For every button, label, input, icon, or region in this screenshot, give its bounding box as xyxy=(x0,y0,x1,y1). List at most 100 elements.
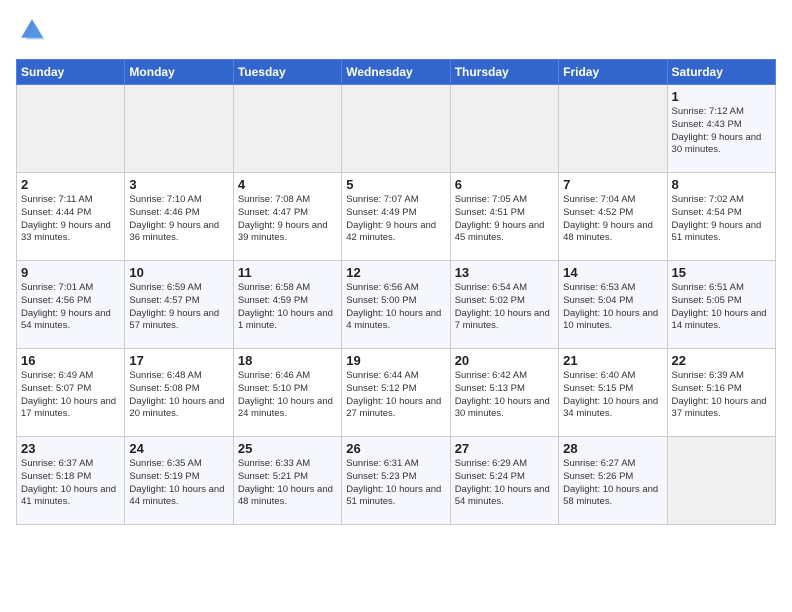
calendar-cell: 7Sunrise: 7:04 AM Sunset: 4:52 PM Daylig… xyxy=(559,173,667,261)
calendar-cell: 28Sunrise: 6:27 AM Sunset: 5:26 PM Dayli… xyxy=(559,437,667,525)
day-number: 24 xyxy=(129,441,228,456)
day-info: Sunrise: 7:08 AM Sunset: 4:47 PM Dayligh… xyxy=(238,194,337,245)
calendar-cell xyxy=(17,85,125,173)
day-info: Sunrise: 7:11 AM Sunset: 4:44 PM Dayligh… xyxy=(21,194,120,245)
day-info: Sunrise: 7:05 AM Sunset: 4:51 PM Dayligh… xyxy=(455,194,554,245)
day-number: 3 xyxy=(129,177,228,192)
day-number: 10 xyxy=(129,265,228,280)
calendar-cell: 24 Sunrise: 6:35 AM Sunset: 5:19 PM Dayli… xyxy=(125,437,233,525)
day-number: 19 xyxy=(346,353,445,368)
calendar-cell: 20 Sunrise: 6:42 AM Sunset: 5:13 PM Dayli… xyxy=(450,349,558,437)
day-info: Sunrise: 7:10 AM Sunset: 4:46 PM Dayligh… xyxy=(129,194,228,245)
calendar-cell: 15Sunrise: 6:51 AM Sunset: 5:05 PM Dayli… xyxy=(667,261,775,349)
week-row-1: 1 Sunrise: 7:12 AM Sunset: 4:43 PM Daylig… xyxy=(17,85,776,173)
calendar-cell: 13 Sunrise: 6:54 AM Sunset: 5:02 PM Dayli… xyxy=(450,261,558,349)
day-info: Sunrise: 6:40 AM Sunset: 5:15 PM Dayligh… xyxy=(563,370,662,421)
day-info: Sunrise: 7:04 AM Sunset: 4:52 PM Dayligh… xyxy=(563,194,662,245)
day-number: 18 xyxy=(238,353,337,368)
day-number: 1 xyxy=(672,89,771,104)
weekday-row: SundayMondayTuesdayWednesdayThursdayFrid… xyxy=(17,60,776,85)
day-number: 9 xyxy=(21,265,120,280)
calendar-cell: 27 Sunrise: 6:29 AM Sunset: 5:24 PM Dayli… xyxy=(450,437,558,525)
calendar-cell xyxy=(667,437,775,525)
calendar-cell: 14 Sunrise: 6:53 AM Sunset: 5:04 PM Dayli… xyxy=(559,261,667,349)
calendar-body: 1 Sunrise: 7:12 AM Sunset: 4:43 PM Daylig… xyxy=(17,85,776,525)
calendar: SundayMondayTuesdayWednesdayThursdayFrid… xyxy=(16,59,776,525)
calendar-cell: 9 Sunrise: 7:01 AM Sunset: 4:56 PM Daylig… xyxy=(17,261,125,349)
day-info: Sunrise: 6:39 AM Sunset: 5:16 PM Dayligh… xyxy=(672,370,771,421)
calendar-header: SundayMondayTuesdayWednesdayThursdayFrid… xyxy=(17,60,776,85)
calendar-cell: 11 Sunrise: 6:58 AM Sunset: 4:59 PM Dayli… xyxy=(233,261,341,349)
weekday-wednesday: Wednesday xyxy=(342,60,450,85)
day-number: 15 xyxy=(672,265,771,280)
week-row-3: 9 Sunrise: 7:01 AM Sunset: 4:56 PM Daylig… xyxy=(17,261,776,349)
calendar-cell xyxy=(342,85,450,173)
weekday-monday: Monday xyxy=(125,60,233,85)
day-number: 25 xyxy=(238,441,337,456)
calendar-cell: 1 Sunrise: 7:12 AM Sunset: 4:43 PM Daylig… xyxy=(667,85,775,173)
day-number: 11 xyxy=(238,265,337,280)
day-number: 5 xyxy=(346,177,445,192)
day-info: Sunrise: 6:33 AM Sunset: 5:21 PM Dayligh… xyxy=(238,458,337,509)
day-info: Sunrise: 6:42 AM Sunset: 5:13 PM Dayligh… xyxy=(455,370,554,421)
day-info: Sunrise: 7:07 AM Sunset: 4:49 PM Dayligh… xyxy=(346,194,445,245)
calendar-cell: 3 Sunrise: 7:10 AM Sunset: 4:46 PM Daylig… xyxy=(125,173,233,261)
day-info: Sunrise: 6:53 AM Sunset: 5:04 PM Dayligh… xyxy=(563,282,662,333)
calendar-cell: 8 Sunrise: 7:02 AM Sunset: 4:54 PM Daylig… xyxy=(667,173,775,261)
calendar-cell: 19 Sunrise: 6:44 AM Sunset: 5:12 PM Dayli… xyxy=(342,349,450,437)
day-info: Sunrise: 6:48 AM Sunset: 5:08 PM Dayligh… xyxy=(129,370,228,421)
calendar-cell xyxy=(125,85,233,173)
calendar-cell: 16Sunrise: 6:49 AM Sunset: 5:07 PM Dayli… xyxy=(17,349,125,437)
weekday-tuesday: Tuesday xyxy=(233,60,341,85)
day-info: Sunrise: 6:37 AM Sunset: 5:18 PM Dayligh… xyxy=(21,458,120,509)
day-number: 12 xyxy=(346,265,445,280)
calendar-cell: 5 Sunrise: 7:07 AM Sunset: 4:49 PM Daylig… xyxy=(342,173,450,261)
calendar-cell xyxy=(450,85,558,173)
calendar-cell: 22 Sunrise: 6:39 AM Sunset: 5:16 PM Dayli… xyxy=(667,349,775,437)
day-number: 22 xyxy=(672,353,771,368)
day-number: 14 xyxy=(563,265,662,280)
day-number: 16 xyxy=(21,353,120,368)
day-number: 6 xyxy=(455,177,554,192)
day-info: Sunrise: 6:59 AM Sunset: 4:57 PM Dayligh… xyxy=(129,282,228,333)
day-info: Sunrise: 6:44 AM Sunset: 5:12 PM Dayligh… xyxy=(346,370,445,421)
day-number: 26 xyxy=(346,441,445,456)
day-info: Sunrise: 7:12 AM Sunset: 4:43 PM Dayligh… xyxy=(672,106,771,157)
calendar-cell: 17 Sunrise: 6:48 AM Sunset: 5:08 PM Dayli… xyxy=(125,349,233,437)
day-info: Sunrise: 6:29 AM Sunset: 5:24 PM Dayligh… xyxy=(455,458,554,509)
day-number: 20 xyxy=(455,353,554,368)
calendar-cell: 2 Sunrise: 7:11 AM Sunset: 4:44 PM Daylig… xyxy=(17,173,125,261)
calendar-cell: 12 Sunrise: 6:56 AM Sunset: 5:00 PM Dayli… xyxy=(342,261,450,349)
day-info: Sunrise: 6:56 AM Sunset: 5:00 PM Dayligh… xyxy=(346,282,445,333)
day-number: 13 xyxy=(455,265,554,280)
calendar-cell: 4 Sunrise: 7:08 AM Sunset: 4:47 PM Daylig… xyxy=(233,173,341,261)
calendar-cell: 10 Sunrise: 6:59 AM Sunset: 4:57 PM Dayli… xyxy=(125,261,233,349)
day-info: Sunrise: 7:01 AM Sunset: 4:56 PM Dayligh… xyxy=(21,282,120,333)
week-row-4: 16Sunrise: 6:49 AM Sunset: 5:07 PM Dayli… xyxy=(17,349,776,437)
day-number: 2 xyxy=(21,177,120,192)
day-info: Sunrise: 7:02 AM Sunset: 4:54 PM Dayligh… xyxy=(672,194,771,245)
day-number: 4 xyxy=(238,177,337,192)
weekday-sunday: Sunday xyxy=(17,60,125,85)
day-number: 28 xyxy=(563,441,662,456)
day-number: 21 xyxy=(563,353,662,368)
weekday-saturday: Saturday xyxy=(667,60,775,85)
day-number: 8 xyxy=(672,177,771,192)
calendar-cell: 6 Sunrise: 7:05 AM Sunset: 4:51 PM Daylig… xyxy=(450,173,558,261)
day-number: 23 xyxy=(21,441,120,456)
logo xyxy=(16,16,50,49)
day-info: Sunrise: 6:35 AM Sunset: 5:19 PM Dayligh… xyxy=(129,458,228,509)
calendar-cell: 21 Sunrise: 6:40 AM Sunset: 5:15 PM Dayli… xyxy=(559,349,667,437)
day-info: Sunrise: 6:58 AM Sunset: 4:59 PM Dayligh… xyxy=(238,282,337,333)
calendar-cell: 25 Sunrise: 6:33 AM Sunset: 5:21 PM Dayli… xyxy=(233,437,341,525)
day-number: 27 xyxy=(455,441,554,456)
calendar-cell: 18 Sunrise: 6:46 AM Sunset: 5:10 PM Dayli… xyxy=(233,349,341,437)
day-info: Sunrise: 6:46 AM Sunset: 5:10 PM Dayligh… xyxy=(238,370,337,421)
calendar-cell: 23 Sunrise: 6:37 AM Sunset: 5:18 PM Dayli… xyxy=(17,437,125,525)
weekday-friday: Friday xyxy=(559,60,667,85)
day-info: Sunrise: 6:31 AM Sunset: 5:23 PM Dayligh… xyxy=(346,458,445,509)
calendar-cell: 26 Sunrise: 6:31 AM Sunset: 5:23 PM Dayli… xyxy=(342,437,450,525)
calendar-cell xyxy=(559,85,667,173)
day-number: 17 xyxy=(129,353,228,368)
day-info: Sunrise: 6:54 AM Sunset: 5:02 PM Dayligh… xyxy=(455,282,554,333)
